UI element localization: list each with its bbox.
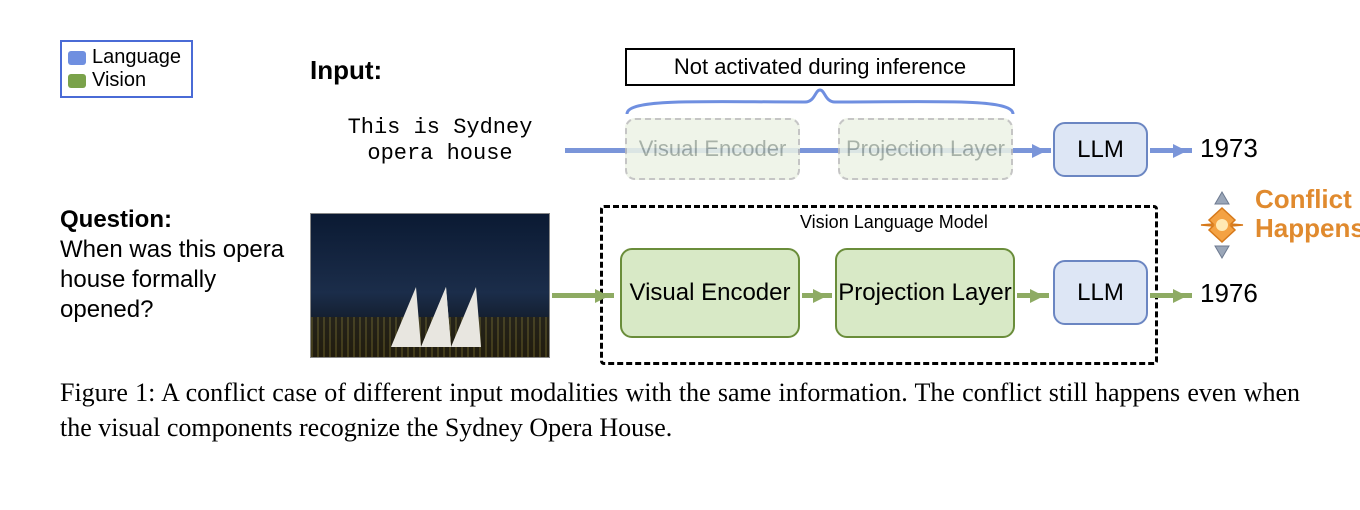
llm-box-language: LLM [1053, 122, 1148, 177]
visual-encoder-ghost-label: Visual Encoder [639, 137, 787, 161]
language-output-arrow [1150, 148, 1192, 153]
legend-language: Language [68, 46, 181, 69]
llm-language-label: LLM [1077, 136, 1124, 164]
text-input-example: This is Sydney opera house [310, 115, 570, 168]
projection-layer-ghost-label: Projection Layer [846, 137, 1005, 161]
brace-icon [625, 88, 1015, 116]
language-swatch [68, 51, 86, 65]
not-activated-note: Not activated during inference [625, 48, 1015, 86]
visual-encoder-ghost: Visual Encoder [625, 118, 800, 180]
vision-arrow-1 [802, 293, 832, 298]
llm-vision-label: LLM [1077, 279, 1124, 307]
vision-output-arrow [1150, 293, 1192, 298]
legend-vision: Vision [68, 69, 181, 92]
visual-encoder-box: Visual Encoder [620, 248, 800, 338]
projection-layer-box: Projection Layer [835, 248, 1015, 338]
diagram-canvas: Language Vision Input: This is Sydney op… [60, 30, 1300, 490]
question-heading: Question: [60, 205, 300, 235]
vision-arrow-2 [1017, 293, 1049, 298]
conflict-icon [1195, 190, 1250, 260]
vision-swatch [68, 74, 86, 88]
vision-input-arrow [552, 293, 614, 298]
question-body: When was this opera house formally opene… [60, 235, 300, 325]
vlm-label: Vision Language Model [800, 212, 988, 233]
output-vision-year: 1976 [1200, 278, 1258, 309]
projection-layer-ghost: Projection Layer [838, 118, 1013, 180]
llm-box-vision: LLM [1053, 260, 1148, 325]
question-block: Question: When was this opera house form… [60, 205, 300, 325]
input-heading: Input: [310, 55, 382, 86]
conflict-label-text: ConflictHappens [1255, 184, 1360, 243]
projection-layer-label: Projection Layer [838, 279, 1011, 307]
output-language-year: 1973 [1200, 133, 1258, 164]
conflict-label: ConflictHappens [1255, 185, 1360, 242]
opera-house-image [310, 213, 550, 358]
legend-language-label: Language [92, 46, 181, 69]
legend-vision-label: Vision [92, 69, 146, 92]
legend-box: Language Vision [60, 40, 193, 98]
figure-caption: Figure 1: A conflict case of different i… [60, 375, 1300, 445]
visual-encoder-label: Visual Encoder [630, 279, 791, 307]
